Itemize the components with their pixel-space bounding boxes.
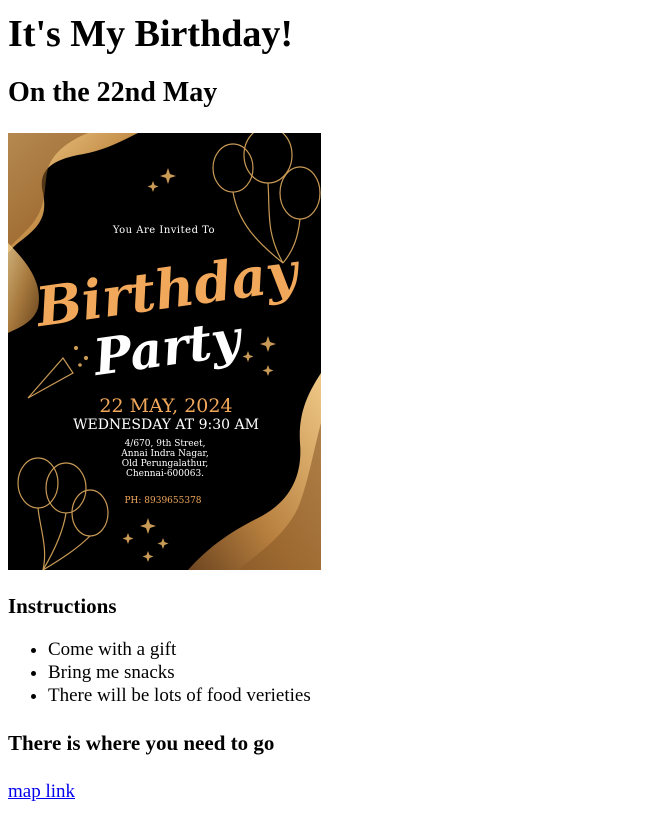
page-title: It's My Birthday! bbox=[8, 13, 293, 55]
poster-invited-line: You Are Invited To bbox=[112, 225, 215, 236]
poster-day-time: WEDNESDAY AT 9:30 AM bbox=[73, 417, 259, 433]
poster-address-line-4: Chennai-600063. bbox=[126, 469, 204, 479]
list-item: Come with a gift bbox=[48, 638, 662, 661]
page-subtitle: On the 22nd May bbox=[8, 77, 218, 108]
instructions-heading: Instructions bbox=[8, 594, 117, 618]
poster-address-line-2: Annai Indra Nagar, bbox=[120, 449, 208, 459]
where-heading: There is where you need to go bbox=[8, 731, 275, 755]
list-item: There will be lots of food verieties bbox=[48, 684, 662, 707]
poster-date: 22 MAY, 2024 bbox=[99, 395, 232, 417]
page: It's My Birthday! On the 22nd May You Ar… bbox=[0, 0, 670, 803]
poster-address-line-1: 4/670, 9th Street, bbox=[125, 439, 206, 449]
birthday-invitation-image: You Are Invited To Birthday Party 22 MAY… bbox=[8, 133, 321, 570]
instructions-list: Come with a gift Bring me snacks There w… bbox=[8, 638, 662, 707]
poster-phone: PH: 8939655378 bbox=[124, 496, 201, 506]
list-item: Bring me snacks bbox=[48, 661, 662, 684]
map-link[interactable]: map link bbox=[8, 780, 75, 803]
poster-address-line-3: Old Perungalathur, bbox=[122, 459, 209, 469]
